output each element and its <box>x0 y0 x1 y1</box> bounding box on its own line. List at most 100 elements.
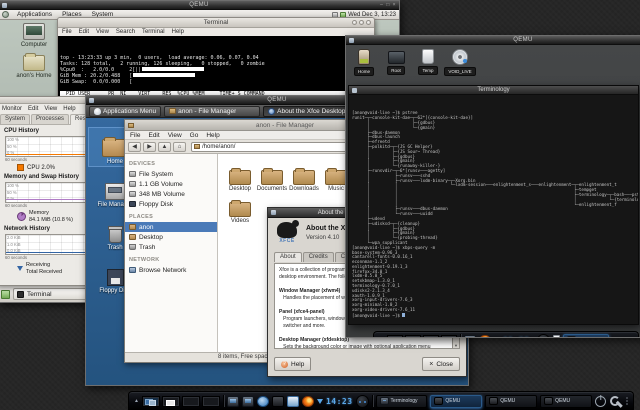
menu-item[interactable]: View <box>96 29 109 35</box>
terminal-output[interactable]: top - 13:23:33 up 3 min, 0 users, load a… <box>58 36 374 98</box>
taskbar-task[interactable]: anon - File Manager <box>164 105 261 117</box>
sidebar-item[interactable]: DEVICES <box>125 159 217 169</box>
close-button[interactable]: × Close <box>422 357 460 371</box>
pager-desktop[interactable] <box>181 395 200 407</box>
sidebar-item[interactable]: 348 MB Volume <box>125 189 217 199</box>
tab[interactable]: System <box>0 114 31 124</box>
task-label: anon - File Manager <box>178 107 237 115</box>
menu-item[interactable]: Edit <box>28 106 38 112</box>
terminal-window-controls[interactable] <box>352 20 371 25</box>
menu-item[interactable]: File <box>62 29 72 35</box>
divider <box>459 334 461 337</box>
taskbar-task-terminology[interactable]: Terminology <box>563 333 610 337</box>
window-title: QEMU <box>513 37 533 43</box>
terminal-launcher-icon[interactable] <box>226 395 239 407</box>
mixer-knob-icon[interactable] <box>355 394 369 408</box>
qemu-window-titlebar[interactable]: QEMU ‒□× <box>0 1 399 10</box>
terminology-output[interactable]: [anon@void-live ~]$ pstree runit─┬─consol… <box>349 95 638 324</box>
tab[interactable]: Processes <box>31 114 70 124</box>
screen-launcher-icon[interactable] <box>271 395 284 407</box>
window-controls[interactable]: ‒□× <box>380 1 396 10</box>
nav-button[interactable]: ⌂ <box>173 141 186 152</box>
menu-item[interactable]: Monitor <box>2 106 22 112</box>
qemu-window-titlebar[interactable]: QEMU <box>346 36 640 45</box>
menu-item[interactable]: Help <box>63 106 75 112</box>
virtual-desktop-pager[interactable] <box>386 334 457 337</box>
desktop-icon[interactable]: Root <box>380 47 412 76</box>
show-desktop-icon[interactable] <box>1 289 10 299</box>
menu-item[interactable]: Search <box>116 29 135 35</box>
terminal-menubar: File Edit View Search Terminal Help <box>58 28 374 36</box>
firefox-icon[interactable] <box>478 334 491 337</box>
sidebar-item[interactable]: Floppy Disk <box>125 199 217 209</box>
desktop-icon[interactable]: Home <box>348 47 380 76</box>
menu-item[interactable]: Edit <box>79 29 89 35</box>
menu-item[interactable]: View <box>44 106 57 112</box>
shelf-expand-icon[interactable]: ▲ <box>134 398 139 404</box>
nav-button[interactable]: ▶ <box>143 141 156 152</box>
desktop-icon[interactable]: Computer <box>11 23 57 48</box>
menu-item[interactable]: Help <box>172 29 184 35</box>
applications-menu-button[interactable]: Applications Menu <box>89 105 162 117</box>
nav-button[interactable]: ◀ <box>128 141 141 152</box>
sidebar-item[interactable]: PLACES <box>125 212 217 222</box>
power-icon[interactable] <box>595 395 606 407</box>
screenshot-launcher-icon[interactable] <box>286 395 299 407</box>
files-launcher-icon[interactable] <box>463 334 476 337</box>
file-item[interactable]: Videos <box>224 192 256 224</box>
firefox-icon[interactable] <box>301 395 314 407</box>
pager-desktop[interactable] <box>386 334 403 337</box>
taskbar-task[interactable]: QEMU <box>430 394 483 408</box>
gnome-terminal-window[interactable]: Terminal File Edit View Search Terminal Help … <box>57 17 375 98</box>
menu-item[interactable]: Go <box>190 132 199 139</box>
sidebar-item[interactable]: 1.1 GB Volume <box>125 179 217 189</box>
pager-desktop[interactable] <box>161 395 180 407</box>
menu-item[interactable]: Terminal <box>142 29 165 35</box>
file-item[interactable]: Desktop <box>224 160 256 192</box>
gnome-menu-icon[interactable] <box>2 11 9 18</box>
shelf-clock[interactable]: 01:23pm <box>503 336 534 338</box>
shelf-expand-icon[interactable]: ▲ <box>379 338 384 339</box>
menu-item[interactable]: View <box>168 132 182 139</box>
tab[interactable]: About <box>274 252 302 262</box>
pager-desktop[interactable] <box>404 334 421 337</box>
menu-item[interactable]: File <box>130 132 140 139</box>
desktop-icon[interactable]: VOID_LIVE <box>444 47 476 76</box>
xfce-dialog-icon <box>271 210 276 215</box>
desktop-icon[interactable]: Temp <box>412 47 444 76</box>
settings-wrench-icon[interactable] <box>609 395 621 407</box>
sidebar-item[interactable]: Desktop <box>125 232 217 242</box>
help-button[interactable]: ? Help <box>274 357 312 371</box>
terminology-window[interactable]: Terminology [anon@void-live ~]$ pstree ru… <box>348 85 639 325</box>
file-item[interactable]: Documents <box>256 160 288 192</box>
sidebar-item[interactable]: File System <box>125 169 217 179</box>
shelf-handle[interactable] <box>626 397 628 405</box>
desktop-icon[interactable]: anon's Home <box>11 53 57 79</box>
qemu-window-enlightenment[interactable]: QEMU Home Root Temp VOID_LIVE Terminolog… <box>345 35 640 338</box>
sidebar-item[interactable]: Browse Network <box>125 265 217 275</box>
terminal-titlebar[interactable]: Terminal <box>58 18 374 28</box>
menu-item[interactable]: Help <box>206 132 219 139</box>
file-item[interactable]: Downloads <box>288 160 320 192</box>
files-launcher-icon[interactable] <box>241 395 254 407</box>
sidebar-item[interactable]: NETWORK <box>125 255 217 265</box>
mixer-knob-icon[interactable] <box>537 333 551 337</box>
terminology-icon <box>352 88 357 93</box>
menu-item[interactable]: Edit <box>148 132 159 139</box>
terminology-titlebar[interactable]: Terminology <box>349 86 638 95</box>
taskbar-task[interactable]: QEMU <box>540 394 592 408</box>
host-clock[interactable]: 14:23 <box>326 397 353 406</box>
taskbar-task[interactable]: QEMU <box>485 394 538 408</box>
panel-menu-item[interactable]: Applications <box>12 11 57 18</box>
taskbar-task[interactable]: Terminology <box>375 394 428 408</box>
settings-launcher-icon[interactable] <box>256 395 269 407</box>
virtual-desktop-pager[interactable] <box>141 395 220 407</box>
pager-desktop[interactable] <box>422 334 439 337</box>
sidebar-item[interactable]: anon <box>125 222 217 232</box>
nav-button[interactable]: ▲ <box>158 141 171 152</box>
tab[interactable]: Credits <box>302 252 334 262</box>
pager-desktop[interactable] <box>141 395 160 407</box>
pager-desktop[interactable] <box>440 334 457 337</box>
pager-desktop[interactable] <box>201 395 220 407</box>
sidebar-item[interactable]: Trash <box>125 242 217 252</box>
